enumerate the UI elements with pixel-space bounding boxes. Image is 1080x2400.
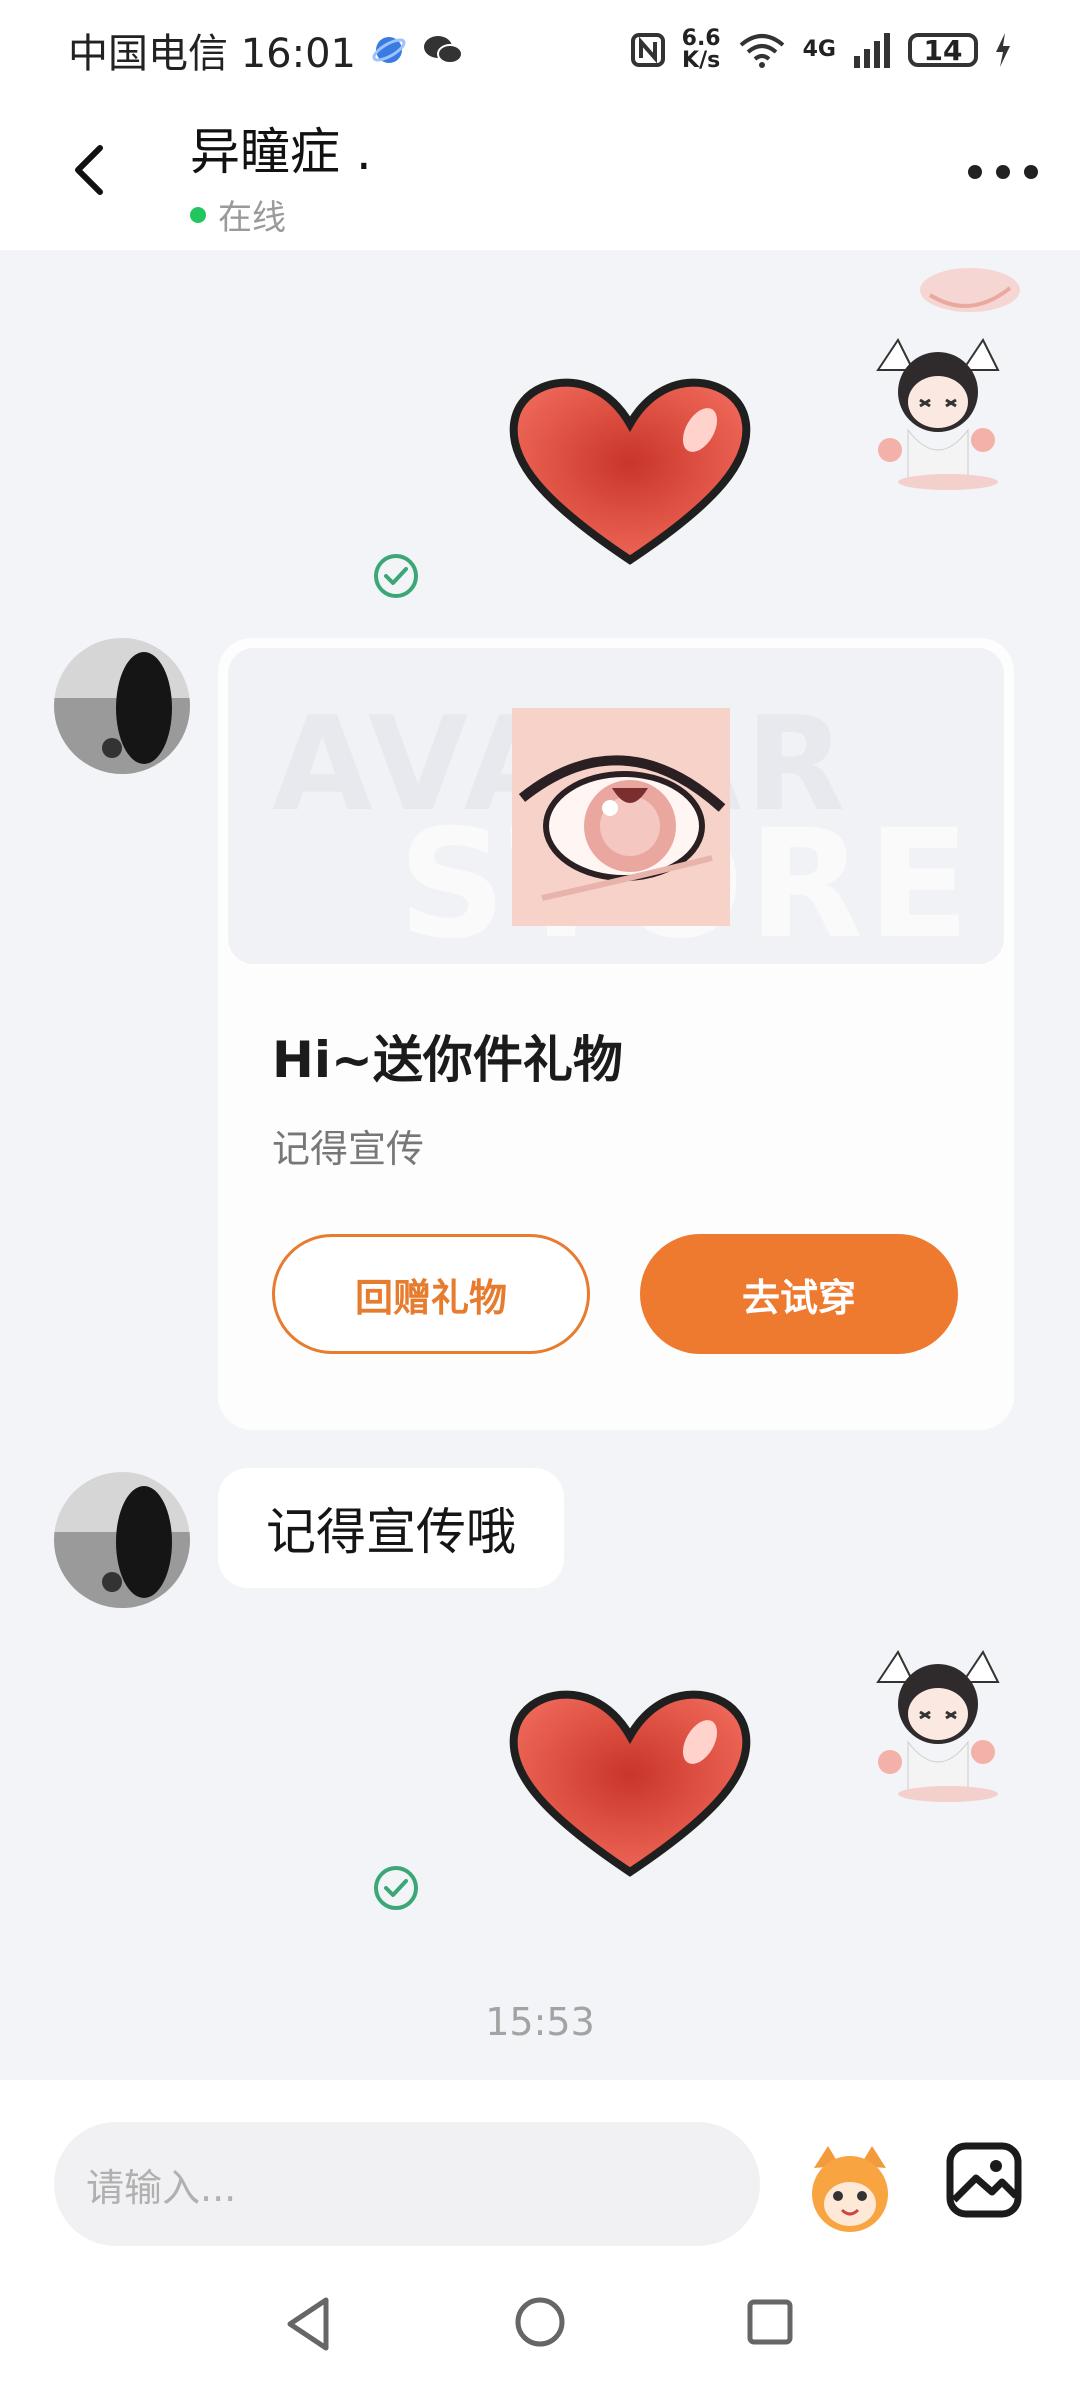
self-avatar[interactable] (858, 1642, 1018, 1802)
input-bar: 请输入... (0, 2080, 1080, 2260)
sent-check-icon (374, 1866, 418, 1910)
online-dot (190, 206, 206, 223)
nav-back-icon[interactable] (282, 2294, 334, 2354)
self-avatar[interactable] (858, 330, 1018, 490)
gift-title: Hi~送你件礼物 (272, 1031, 623, 1089)
heart-sticker (509, 1690, 751, 1877)
net-speed-value: 6.6 (681, 26, 721, 51)
system-nav-bar (0, 2260, 1080, 2400)
message-timestamp: 15:53 (485, 2000, 595, 2044)
self-avatar-partial (920, 268, 1020, 312)
chat-title-block: 异瞳症 . 在线 (190, 112, 372, 239)
message-input[interactable]: 请输入... (54, 2122, 760, 2246)
heart-sticker (509, 378, 751, 565)
contact-avatar[interactable] (54, 1472, 190, 1608)
net-speed-unit: K/s (682, 48, 721, 73)
back-button[interactable] (62, 130, 122, 210)
gift-subtitle: 记得宣传 (272, 1127, 425, 1171)
gift-card[interactable]: AVATAR STORE Hi~送你件礼物 记得宣传 回赠礼物 去试穿 (218, 638, 1014, 1430)
more-button[interactable] (968, 152, 1038, 192)
wechat-icon (424, 36, 463, 64)
nav-home-icon[interactable] (514, 2296, 566, 2348)
more-icon-dot (996, 165, 1010, 179)
carrier-time: 中国电信 16:01 (68, 31, 356, 77)
charging-icon (996, 33, 1010, 67)
browser-icon (372, 37, 406, 63)
message-text: 记得宣传哦 (266, 1503, 516, 1561)
nav-recent-icon[interactable] (746, 2298, 794, 2346)
battery-indicator: 14 (908, 33, 978, 67)
contact-avatar[interactable] (54, 638, 190, 774)
network-type: 4G (802, 37, 836, 62)
back-icon (75, 145, 103, 195)
gift-item-image[interactable] (512, 708, 730, 926)
image-button[interactable] (944, 2140, 1024, 2220)
signal-icon (854, 33, 890, 68)
image-icon (946, 2142, 1022, 2218)
message-list[interactable]: AVATAR STORE Hi~送你件礼物 记得宣传 回赠礼物 去试穿 (0, 250, 1080, 2080)
emoji-button[interactable] (800, 2138, 900, 2238)
online-text: 在线 (218, 198, 286, 238)
net-speed: 6.6 K/s (682, 28, 721, 72)
eye-item-icon (512, 708, 730, 926)
try-on-button[interactable]: 去试穿 (640, 1234, 958, 1354)
contact-avatar-image (54, 1472, 190, 1608)
return-gift-button[interactable]: 回赠礼物 (272, 1234, 590, 1354)
sent-check-icon (374, 554, 418, 598)
status-bar: 中国电信 16:01 6.6 K/s 4G 14 (0, 0, 1080, 100)
more-icon-dot (1024, 165, 1038, 179)
message-bubble[interactable]: 记得宣传哦 (218, 1468, 564, 1588)
online-status: 在线 (190, 190, 372, 239)
gift-banner: AVATAR STORE (228, 648, 1004, 964)
contact-avatar-image (54, 638, 190, 774)
emoji-icon (812, 2146, 888, 2232)
more-icon (968, 165, 982, 179)
battery-level: 14 (923, 33, 963, 67)
chat-header: 异瞳症 . 在线 (0, 100, 1080, 250)
chat-title: 异瞳症 . (190, 123, 372, 181)
wifi-icon (739, 34, 784, 68)
nfc-icon (630, 33, 665, 67)
